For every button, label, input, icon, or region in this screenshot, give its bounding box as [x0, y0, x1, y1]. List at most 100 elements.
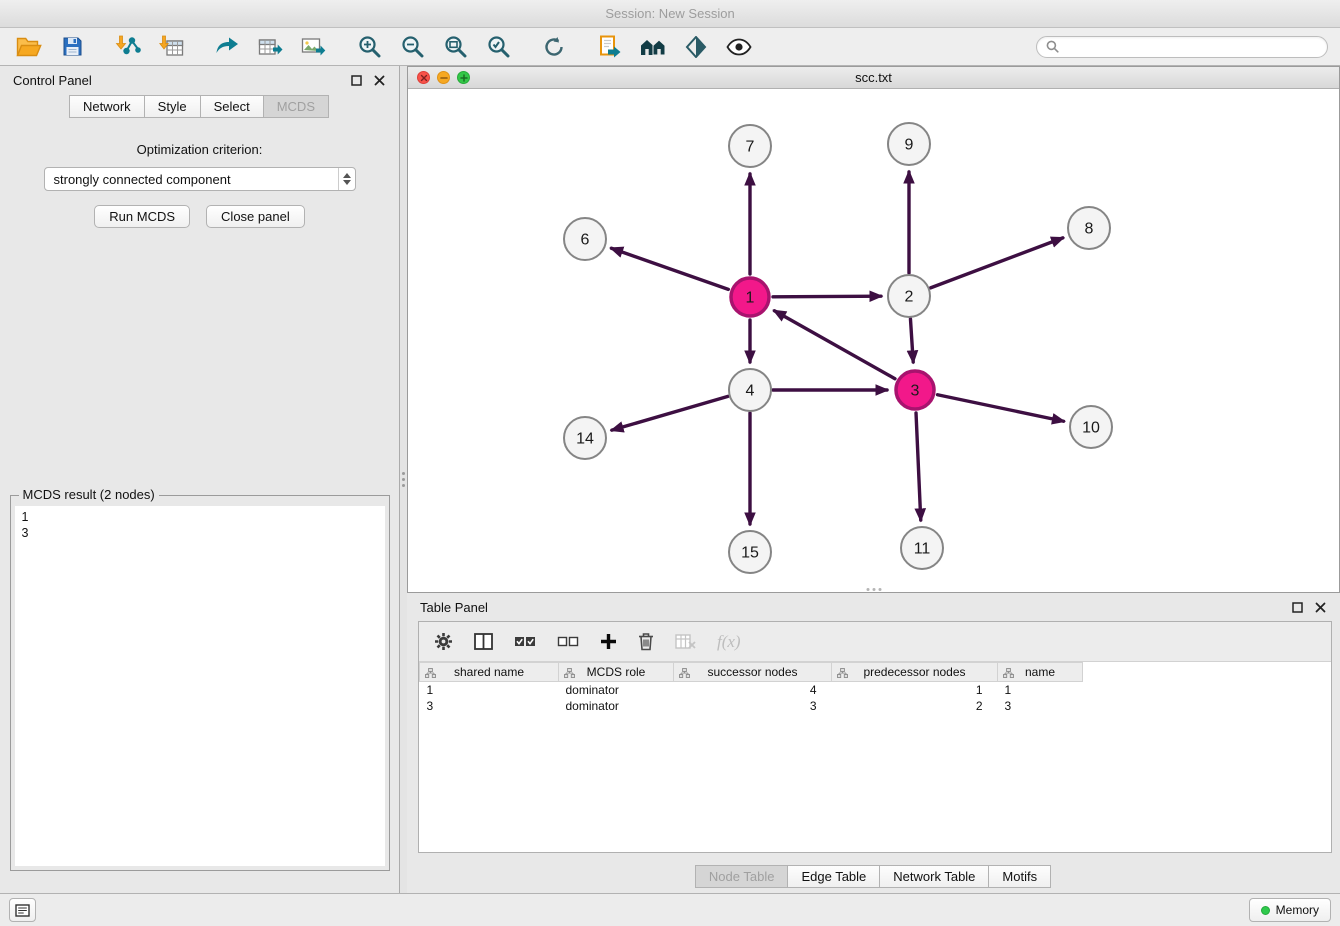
- tab-mcds[interactable]: MCDS: [263, 95, 329, 118]
- import-network-file-button[interactable]: [111, 32, 145, 62]
- tab-style[interactable]: Style: [144, 95, 201, 118]
- window-close-icon[interactable]: [417, 71, 430, 84]
- new-network-from-selection-button[interactable]: [593, 32, 627, 62]
- graph-node-7[interactable]: 7: [729, 125, 771, 167]
- tab-network-table[interactable]: Network Table: [879, 865, 989, 888]
- search-box[interactable]: [1036, 36, 1328, 58]
- export-table-button[interactable]: [253, 32, 287, 62]
- close-panel-button[interactable]: Close panel: [206, 205, 305, 228]
- export-network-button[interactable]: [210, 32, 244, 62]
- graph-node-14[interactable]: 14: [564, 417, 606, 459]
- search-input[interactable]: [1064, 40, 1318, 54]
- float-table-panel-icon[interactable]: [1291, 601, 1304, 614]
- tab-network[interactable]: Network: [69, 95, 145, 118]
- graph-node-6[interactable]: 6: [564, 218, 606, 260]
- result-item[interactable]: 1: [22, 509, 378, 525]
- graph-node-label: 10: [1082, 420, 1100, 437]
- window-zoom-icon[interactable]: [457, 71, 470, 84]
- memory-button[interactable]: Memory: [1249, 898, 1331, 922]
- cell-predecessor-nodes[interactable]: 1: [832, 682, 998, 698]
- graph-edge-3-1[interactable]: [774, 311, 895, 379]
- window-titlebar[interactable]: Session: New Session: [0, 0, 1340, 28]
- delete-column-button[interactable]: [638, 632, 654, 651]
- result-item[interactable]: 3: [22, 525, 378, 541]
- column-header-name[interactable]: name: [998, 663, 1083, 682]
- delete-table-icon: [675, 633, 696, 650]
- graph-node-3[interactable]: 3: [896, 371, 934, 409]
- cell-successor-nodes[interactable]: 3: [674, 698, 832, 714]
- graph-node-4[interactable]: 4: [729, 369, 771, 411]
- refresh-view-button[interactable]: [537, 32, 571, 62]
- network-window-titlebar[interactable]: scc.txt: [408, 67, 1339, 89]
- graphics-details-button[interactable]: [679, 32, 713, 62]
- cell-successor-nodes[interactable]: 4: [674, 682, 832, 698]
- table-row[interactable]: 1 dominator 4 1 1: [420, 682, 1083, 698]
- close-table-panel-icon[interactable]: [1314, 601, 1327, 614]
- select-all-columns-button[interactable]: [514, 633, 536, 650]
- tab-motifs[interactable]: Motifs: [988, 865, 1051, 888]
- zoom-in-button[interactable]: [352, 32, 386, 62]
- cell-mcds-role[interactable]: dominator: [559, 682, 674, 698]
- table-settings-button[interactable]: [434, 632, 453, 651]
- column-header-successor-nodes[interactable]: successor nodes: [674, 663, 832, 682]
- column-attr-icon: [679, 667, 690, 681]
- save-session-button[interactable]: [55, 32, 89, 62]
- zoom-fit-button[interactable]: [438, 32, 472, 62]
- cell-shared-name[interactable]: 3: [420, 698, 559, 714]
- show-hide-button[interactable]: [722, 32, 756, 62]
- graph-edge-3-11[interactable]: [916, 413, 921, 520]
- graph-node-8[interactable]: 8: [1068, 207, 1110, 249]
- graph-node-9[interactable]: 9: [888, 123, 930, 165]
- first-neighbors-button[interactable]: [636, 32, 670, 62]
- graph-node-15[interactable]: 15: [729, 531, 771, 573]
- add-column-button[interactable]: [600, 633, 617, 650]
- mcds-result-list[interactable]: 1 3: [15, 506, 385, 866]
- export-image-button[interactable]: [296, 32, 330, 62]
- graph-edge-3-10[interactable]: [938, 395, 1064, 422]
- column-header-shared-name[interactable]: shared name: [420, 663, 559, 682]
- cell-name[interactable]: 1: [998, 682, 1083, 698]
- graph-edge-1-2[interactable]: [773, 296, 881, 297]
- toolbar-group-zoom: [352, 32, 515, 62]
- mcds-buttons-row: Run MCDS Close panel: [94, 205, 304, 228]
- graph-node-2[interactable]: 2: [888, 275, 930, 317]
- zoom-selected-button[interactable]: [481, 32, 515, 62]
- cell-shared-name[interactable]: 1: [420, 682, 559, 698]
- graph-node-10[interactable]: 10: [1070, 406, 1112, 448]
- cell-predecessor-nodes[interactable]: 2: [832, 698, 998, 714]
- graph-edge-1-6[interactable]: [611, 248, 728, 289]
- graph-edge-2-8[interactable]: [931, 238, 1063, 288]
- close-panel-icon[interactable]: [373, 74, 386, 87]
- main-toolbar: [0, 28, 1340, 66]
- delete-table-button[interactable]: [675, 633, 696, 650]
- deselect-all-columns-button[interactable]: [557, 633, 579, 650]
- graph-edge-2-3[interactable]: [910, 319, 913, 362]
- panel-splitter[interactable]: [400, 66, 407, 893]
- graph-edge-4-14[interactable]: [612, 396, 728, 430]
- tab-select[interactable]: Select: [200, 95, 264, 118]
- graph-node-1[interactable]: 1: [731, 278, 769, 316]
- node-table[interactable]: shared name MCDS role successor nodes pr…: [419, 662, 1331, 852]
- import-table-file-button[interactable]: [154, 32, 188, 62]
- cell-mcds-role[interactable]: dominator: [559, 698, 674, 714]
- tab-edge-table[interactable]: Edge Table: [787, 865, 880, 888]
- column-header-mcds-role[interactable]: MCDS role: [559, 663, 674, 682]
- column-header-predecessor-nodes[interactable]: predecessor nodes: [832, 663, 998, 682]
- dropdown-stepper-icon: [338, 168, 355, 190]
- log-console-button[interactable]: [9, 898, 36, 922]
- network-canvas[interactable]: 7 9 6 8 1 2 4 3 14 10 15 11: [408, 89, 1339, 592]
- graph-node-11[interactable]: 11: [901, 527, 943, 569]
- function-builder-button[interactable]: f(x): [717, 632, 741, 652]
- show-columns-button[interactable]: [474, 633, 493, 650]
- open-session-button[interactable]: [12, 32, 46, 62]
- table-row[interactable]: 3 dominator 3 2 3: [420, 698, 1083, 714]
- float-panel-icon[interactable]: [350, 74, 363, 87]
- window-minimize-icon[interactable]: [437, 71, 450, 84]
- criterion-dropdown[interactable]: strongly connected component: [44, 167, 356, 191]
- control-panel-tabs: Network Style Select MCDS: [0, 95, 399, 118]
- run-mcds-button[interactable]: Run MCDS: [94, 205, 190, 228]
- cell-name[interactable]: 3: [998, 698, 1083, 714]
- tab-node-table[interactable]: Node Table: [695, 865, 789, 888]
- graph-node-label: 8: [1085, 221, 1094, 238]
- zoom-out-button[interactable]: [395, 32, 429, 62]
